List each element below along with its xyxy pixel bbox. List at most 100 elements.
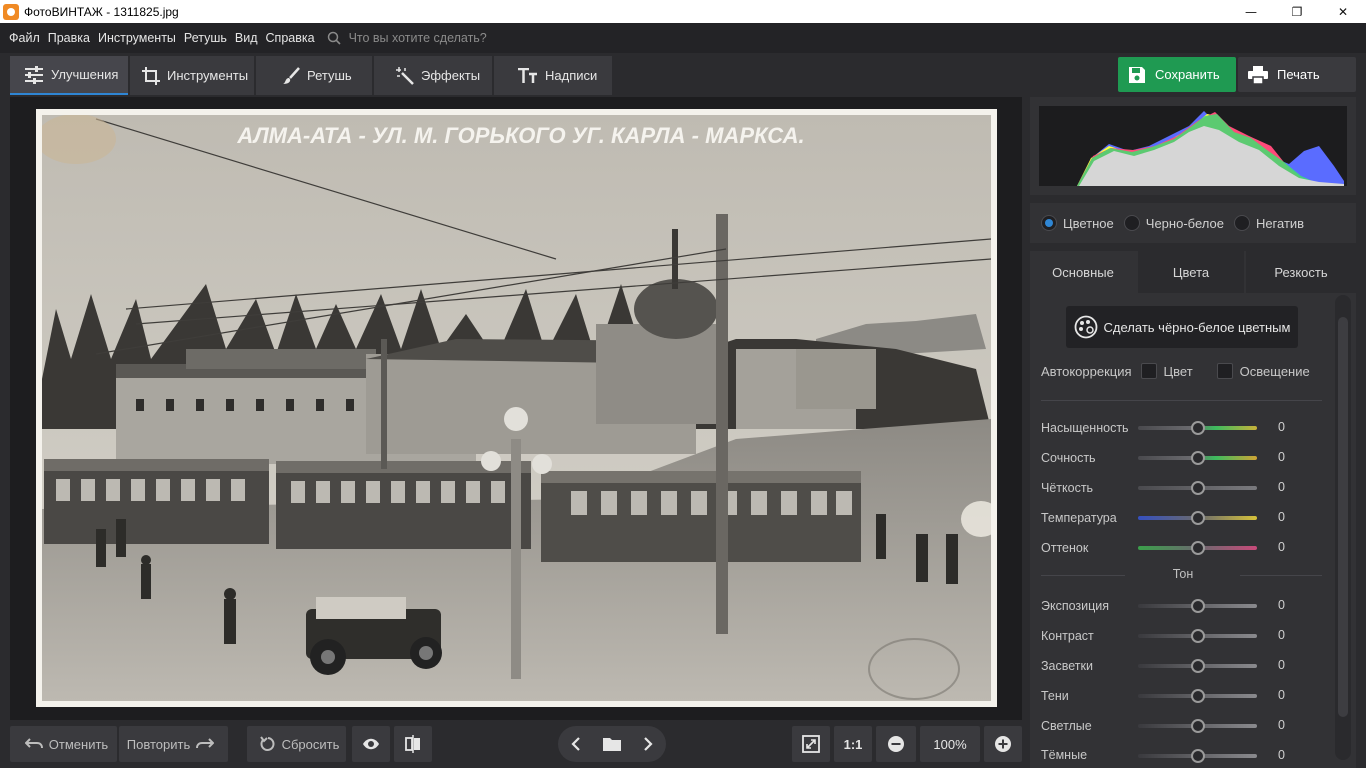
slider-handle[interactable] [1191, 511, 1205, 525]
panel-scrollbar[interactable] [1335, 295, 1351, 760]
slider-value: 0 [1278, 450, 1285, 464]
minimize-button[interactable]: — [1228, 0, 1274, 23]
maximize-button[interactable]: ❐ [1274, 0, 1320, 23]
slider-handle[interactable] [1191, 481, 1205, 495]
slider-highlights: Засветки 0 [1041, 656, 1331, 676]
tab-colors[interactable]: Цвета [1138, 251, 1246, 293]
mode-negative[interactable]: Негатив [1233, 215, 1304, 231]
color-mode-selector: Цветное Черно-белое Негатив [1030, 203, 1356, 243]
slider-handle[interactable] [1191, 659, 1205, 673]
menu-file[interactable]: Файл [9, 31, 40, 45]
close-button[interactable]: ✕ [1320, 0, 1366, 23]
crop-icon [142, 66, 160, 85]
eye-icon [363, 738, 379, 750]
fit-to-screen-button[interactable] [792, 726, 830, 762]
title-bar: ФотоВИНТАЖ - 1311825.jpg — ❐ ✕ [0, 0, 1366, 23]
menu-view[interactable]: Вид [235, 31, 258, 45]
zoom-level[interactable]: 100% [920, 726, 980, 762]
tab-basic[interactable]: Основные [1030, 251, 1138, 293]
menu-edit[interactable]: Правка [48, 31, 90, 45]
menu-retouch[interactable]: Ретушь [184, 31, 227, 45]
tab-label: Ретушь [307, 68, 352, 83]
mode-color[interactable]: Цветное [1041, 215, 1114, 231]
tab-tools[interactable]: Инструменты [130, 56, 254, 95]
autocorrection-label: Автокоррекция [1041, 363, 1132, 379]
file-navigator [558, 726, 666, 762]
tab-label: Эффекты [421, 68, 481, 83]
slider-handle[interactable] [1191, 689, 1205, 703]
slider-saturation: Насыщенность 0 [1041, 418, 1331, 438]
zoom-out-button[interactable] [876, 726, 916, 762]
radio-icon [1123, 215, 1140, 231]
slider-label: Чёткость [1041, 481, 1094, 495]
slider-handle[interactable] [1191, 749, 1205, 763]
adjustments-body: Основные Цвета Резкость Сделать чёрно-бе… [1030, 251, 1356, 768]
slider-label: Тени [1041, 689, 1069, 703]
photo-image: АЛМА-АТА - УЛ. М. ГОРЬКОГО УГ. КАРЛА - М… [36, 109, 997, 707]
divider [1041, 400, 1322, 401]
reset-label: Сбросить [281, 736, 340, 752]
actual-size-button[interactable]: 1:1 [834, 726, 872, 762]
reset-button[interactable]: Сбросить [247, 726, 346, 762]
slider-label: Температура [1041, 511, 1117, 525]
slider-contrast: Контраст 0 [1041, 626, 1331, 646]
tone-section-title: Тон [1172, 567, 1194, 581]
redo-button[interactable]: Повторить [119, 726, 228, 762]
text-icon [518, 67, 537, 83]
save-label: Сохранить [1155, 67, 1220, 82]
slider-handle[interactable] [1191, 719, 1205, 733]
chevron-left-icon[interactable] [571, 737, 581, 751]
slider-lights: Светлые 0 [1041, 716, 1331, 736]
scrollbar-thumb[interactable] [1338, 317, 1348, 717]
tab-captions[interactable]: Надписи [494, 56, 612, 95]
slider-value: 0 [1278, 748, 1285, 762]
folder-icon[interactable] [603, 737, 621, 751]
slider-handle[interactable] [1191, 629, 1205, 643]
slider-temperature: Температура 0 [1041, 508, 1331, 528]
slider-exposure: Экспозиция 0 [1041, 596, 1331, 616]
menu-help[interactable]: Справка [266, 31, 315, 45]
printer-icon [1248, 65, 1268, 84]
mode-label: Цветное [1063, 215, 1114, 231]
slider-value: 0 [1278, 718, 1285, 732]
slider-handle[interactable] [1191, 541, 1205, 555]
histogram [1030, 97, 1356, 195]
auto-color-label: Цвет [1163, 363, 1193, 379]
menu-tools[interactable]: Инструменты [98, 31, 176, 45]
radio-icon [1233, 215, 1250, 231]
search-box[interactable]: Что вы хотите сделать? [327, 31, 487, 45]
save-button[interactable]: Сохранить [1118, 57, 1236, 92]
colorize-button[interactable]: Сделать чёрно-белое цветным [1066, 306, 1298, 348]
undo-label: Отменить [48, 736, 109, 752]
vintage-photo[interactable]: АЛМА-АТА - УЛ. М. ГОРЬКОГО УГ. КАРЛА - М… [36, 109, 997, 707]
app-logo-icon [3, 3, 19, 20]
undo-button[interactable]: Отменить [10, 726, 117, 762]
tab-retouch[interactable]: Ретушь [256, 56, 372, 95]
zoom-in-button[interactable] [984, 726, 1022, 762]
search-icon [327, 31, 341, 45]
auto-color-checkbox[interactable] [1140, 363, 1157, 379]
chevron-right-icon[interactable] [643, 737, 653, 751]
undo-icon [24, 738, 43, 749]
auto-light-checkbox[interactable] [1216, 363, 1233, 379]
mode-bw[interactable]: Черно-белое [1123, 215, 1224, 231]
slider-handle[interactable] [1191, 421, 1205, 435]
auto-light-label: Освещение [1239, 363, 1310, 379]
tab-sharpness[interactable]: Резкость [1246, 251, 1356, 293]
slider-value: 0 [1278, 688, 1285, 702]
window-title: ФотоВИНТАЖ - 1311825.jpg [24, 4, 179, 19]
print-button[interactable]: Печать [1238, 57, 1356, 92]
photo-caption: АЛМА-АТА - УЛ. М. ГОРЬКОГО УГ. КАРЛА - М… [236, 123, 804, 148]
compare-button[interactable] [394, 726, 432, 762]
split-view-icon [405, 735, 420, 753]
slider-handle[interactable] [1191, 451, 1205, 465]
slider-label: Контраст [1041, 629, 1094, 643]
tab-effects[interactable]: Эффекты [374, 56, 492, 95]
preview-button[interactable] [352, 726, 390, 762]
tab-enhancements[interactable]: Улучшения [10, 56, 128, 95]
colorize-label: Сделать чёрно-белое цветным [1103, 319, 1291, 335]
slider-value: 0 [1278, 658, 1285, 672]
fit-screen-icon [802, 735, 820, 753]
slider-handle[interactable] [1191, 599, 1205, 613]
image-canvas[interactable]: АЛМА-АТА - УЛ. М. ГОРЬКОГО УГ. КАРЛА - М… [10, 97, 1022, 720]
